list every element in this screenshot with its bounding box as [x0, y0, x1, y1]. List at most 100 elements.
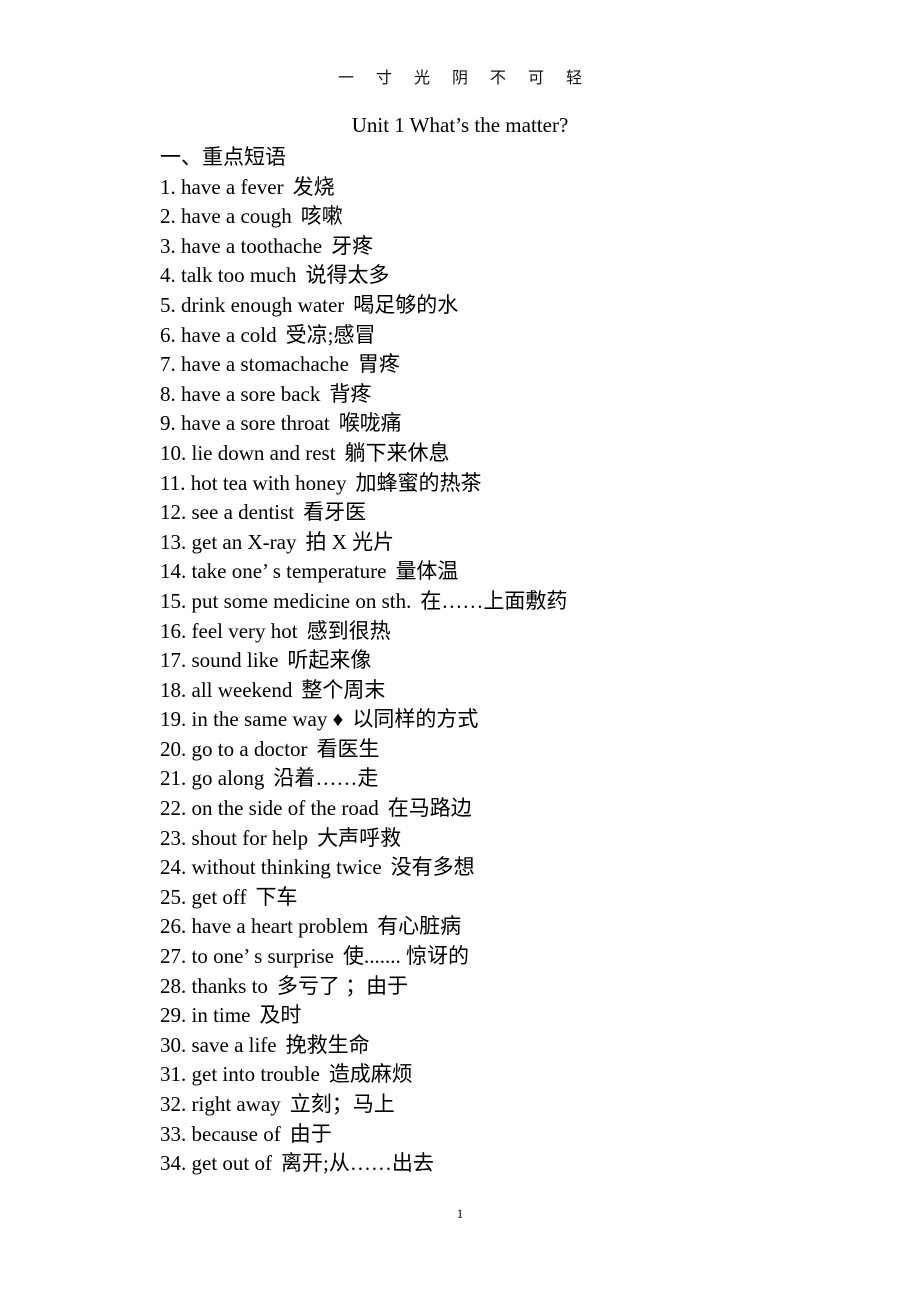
list-item: 17. sound like 听起来像	[160, 646, 860, 676]
list-item: 24. without thinking twice 没有多想	[160, 853, 860, 883]
phrase-chinese: 说得太多	[305, 263, 390, 288]
phrase-english: have a toothache	[181, 233, 323, 258]
phrase-chinese: 以同样的方式	[352, 707, 479, 732]
phrase-number: 28.	[160, 973, 187, 998]
phrase-english: because of	[191, 1121, 281, 1146]
list-item: 31. get into trouble 造成麻烦	[160, 1060, 860, 1090]
phrase-english: have a sore throat	[181, 411, 330, 436]
phrase-number: 25.	[160, 884, 187, 909]
phrase-chinese: 受凉;感冒	[285, 322, 376, 347]
list-item: 15. put some medicine on sth. 在……上面敷药	[160, 587, 860, 617]
list-item: 6. have a cold 受凉;感冒	[160, 321, 860, 351]
phrase-english: put some medicine on sth.	[191, 588, 412, 613]
list-item: 28. thanks to 多亏了 ；由于	[160, 972, 860, 1002]
phrase-number: 4.	[160, 263, 176, 288]
phrase-chinese: 大声呼救	[317, 825, 402, 850]
phrase-number: 16.	[160, 618, 187, 643]
phrase-number: 29.	[160, 1003, 187, 1028]
phrase-english: hot tea with honey	[190, 470, 347, 495]
phrase-english: take one’ s temperature	[191, 559, 387, 584]
phrase-number: 6.	[160, 322, 176, 347]
phrase-number: 5.	[160, 292, 176, 317]
phrase-chinese: 整个周末	[301, 677, 386, 702]
list-item: 4. talk too much 说得太多	[160, 261, 860, 291]
phrase-chinese: 使....... 惊讶的	[343, 944, 469, 969]
phrase-chinese: 看医生	[316, 736, 380, 761]
phrase-number: 19.	[160, 707, 187, 732]
phrase-chinese: 背疼	[329, 381, 372, 406]
phrase-chinese: 咳嗽	[300, 204, 343, 229]
phrase-number: 30.	[160, 1032, 187, 1057]
phrase-number: 3.	[160, 233, 176, 258]
phrase-english: lie down and rest	[191, 440, 336, 465]
list-item: 11. hot tea with honey 加蜂蜜的热茶	[160, 469, 860, 499]
phrase-number: 32.	[160, 1092, 187, 1116]
phrase-chinese: 由于	[289, 1121, 332, 1146]
phrase-number: 10.	[160, 440, 187, 465]
phrase-chinese: 立刻；马上	[289, 1092, 395, 1116]
phrase-number: 34.	[160, 1151, 187, 1176]
list-item: 5. drink enough water 喝足够的水	[160, 291, 860, 321]
list-item: 3. have a toothache 牙疼	[160, 232, 860, 262]
phrase-english: have a heart problem	[191, 914, 369, 939]
phrase-english: all weekend	[191, 677, 293, 702]
phrase-english: feel very hot	[191, 618, 298, 643]
phrase-chinese: 牙疼	[331, 233, 374, 258]
phrase-number: 15.	[160, 588, 187, 613]
phrase-english: have a cough	[181, 204, 292, 229]
phrase-english: go to a doctor	[191, 736, 308, 761]
phrase-english: on the side of the road	[191, 796, 379, 821]
phrase-number: 24.	[160, 855, 187, 880]
phrase-number: 1.	[160, 174, 176, 199]
list-item: 33. because of 由于	[160, 1120, 860, 1150]
phrase-number: 14.	[160, 559, 187, 584]
list-item: 9. have a sore throat 喉咙痛	[160, 409, 860, 439]
phrase-number: 31.	[160, 1062, 187, 1087]
phrase-chinese: 挽救生命	[285, 1032, 370, 1057]
phrase-english: go along	[191, 766, 265, 791]
list-item: 10. lie down and rest 躺下来休息	[160, 439, 860, 469]
phrase-number: 8.	[160, 381, 176, 406]
list-item: 26. have a heart problem 有心脏病	[160, 912, 860, 942]
phrase-chinese: 沿着……走	[273, 766, 379, 791]
phrase-english: talk too much	[181, 263, 297, 288]
list-item: 1. have a fever 发烧	[160, 173, 860, 203]
phrase-english: without thinking twice	[191, 855, 382, 880]
document-body: 一、重点短语 1. have a fever 发烧 2. have a cough 咳…	[160, 143, 860, 1179]
phrase-english: sound like	[191, 648, 279, 673]
list-item: 27. to one’ s surprise 使....... 惊讶的	[160, 942, 860, 972]
phrase-chinese: 没有多想	[390, 855, 475, 880]
phrase-english: get into trouble	[191, 1062, 320, 1087]
list-item: 19. in the same way ♦ 以同样的方式	[160, 705, 860, 735]
phrase-english: have a cold	[181, 322, 277, 347]
phrase-chinese: 看牙医	[303, 500, 367, 525]
phrase-english: in the same way ♦	[191, 707, 344, 732]
phrase-chinese: 造成麻烦	[328, 1062, 413, 1087]
list-item: 23. shout for help 大声呼救	[160, 824, 860, 854]
phrase-number: 13.	[160, 529, 187, 554]
list-item: 21. go along 沿着……走	[160, 764, 860, 794]
document-page: 一 寸 光 阴 不 可 轻 Unit 1 What’s the matter? …	[0, 0, 920, 1302]
phrase-chinese: 躺下来休息	[344, 440, 450, 465]
phrase-english: see a dentist	[191, 500, 295, 525]
phrase-english: get off	[191, 884, 247, 909]
phrase-number: 12.	[160, 500, 187, 525]
list-item: 32. right away 立刻；马上	[160, 1090, 860, 1120]
phrase-chinese: 量体温	[395, 559, 459, 584]
phrase-chinese: 有心脏病	[377, 914, 462, 939]
list-item: 29. in time 及时	[160, 1001, 860, 1031]
phrase-number: 33.	[160, 1121, 187, 1146]
phrase-english: shout for help	[191, 825, 309, 850]
phrase-number: 27.	[160, 944, 187, 969]
phrase-number: 23.	[160, 825, 187, 850]
phrase-chinese: 感到很热	[306, 618, 391, 643]
phrase-number: 9.	[160, 411, 176, 436]
phrase-chinese: 拍 X 光片	[305, 529, 395, 554]
phrase-number: 26.	[160, 914, 187, 939]
list-item: 20. go to a doctor 看医生	[160, 735, 860, 765]
section-heading: 一、重点短语	[160, 145, 286, 169]
list-item: 34. get out of 离开;从……出去	[160, 1149, 860, 1179]
phrase-chinese: 喉咙痛	[338, 411, 402, 436]
running-head: 一 寸 光 阴 不 可 轻	[337, 70, 591, 87]
page-number: 1	[456, 1206, 464, 1221]
